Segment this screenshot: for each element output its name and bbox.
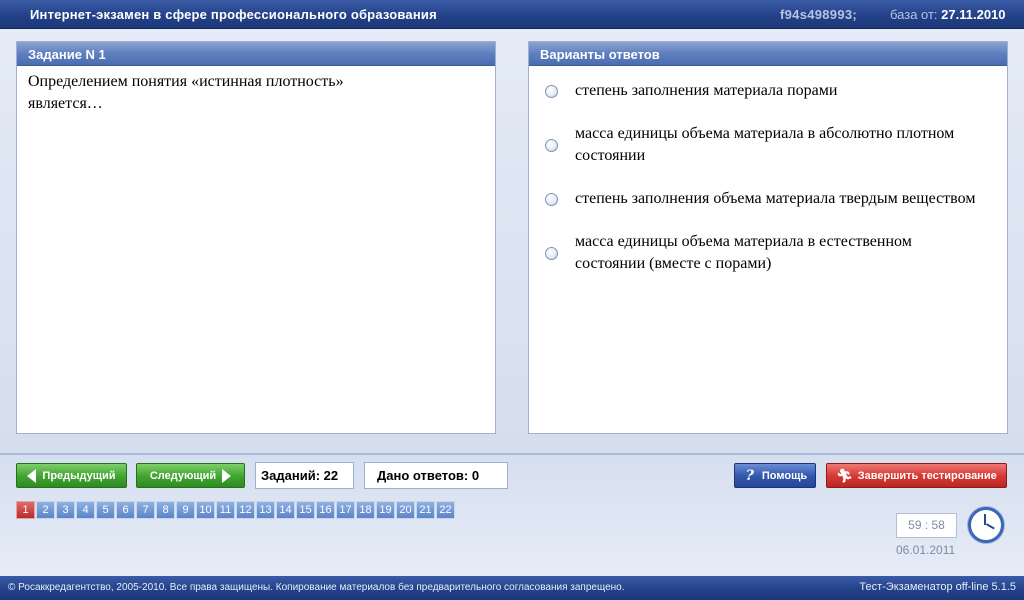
arrow-left-icon xyxy=(27,468,37,483)
question-text-line-1: Определением понятия «истинная плотность… xyxy=(28,73,344,90)
next-button[interactable]: Следующий xyxy=(136,463,245,488)
base-label: база от: xyxy=(890,7,938,22)
help-button-label: Помощь xyxy=(761,469,808,482)
version-text: Тест-Экзаменатор off-line 5.1.5 xyxy=(859,581,1016,593)
clock-icon xyxy=(968,507,1004,543)
help-button[interactable]: ? Помощь xyxy=(734,463,816,488)
tasks-count: Заданий: 22 xyxy=(255,462,354,489)
previous-button-label: Предыдущий xyxy=(42,469,116,482)
question-number-button[interactable]: 20 xyxy=(396,501,415,519)
answer-option-2[interactable]: масса единицы объема материала в абсолют… xyxy=(529,123,1007,167)
question-number-button[interactable]: 21 xyxy=(416,501,435,519)
current-date: 06.01.2011 xyxy=(896,543,956,557)
answer-option-text: степень заполнения материала порами xyxy=(575,82,838,99)
answer-list: степень заполнения материала порами масс… xyxy=(529,66,1007,275)
previous-button[interactable]: Предыдущий xyxy=(16,463,127,488)
radio-icon[interactable] xyxy=(545,193,558,206)
answers-panel-title: Варианты ответов xyxy=(529,42,1007,66)
session-id: f94s498993; xyxy=(780,7,858,22)
finish-test-button-label: Завершить тестирование xyxy=(857,469,997,482)
question-number-button[interactable]: 11 xyxy=(216,501,235,519)
question-navigator: 1 2 3 4 5 6 7 8 9 10 11 12 13 14 15 16 17 18 19 20 21 22 xyxy=(16,501,456,519)
clock-minute-hand xyxy=(986,523,995,530)
answer-option-text: масса единицы объема материала в естеств… xyxy=(575,233,912,272)
question-number-button[interactable]: 7 xyxy=(136,501,155,519)
finish-test-button[interactable]: 🏃︎ Завершить тестирование xyxy=(826,463,1007,488)
answer-option-4[interactable]: масса единицы объема материала в естеств… xyxy=(529,231,1007,275)
question-number-button[interactable]: 17 xyxy=(336,501,355,519)
footer: © Росаккредагентство, 2005-2010. Все пра… xyxy=(0,576,1024,600)
running-man-icon: 🏃︎ xyxy=(836,467,853,483)
radio-icon[interactable] xyxy=(545,247,558,260)
timer-display: 59 : 58 xyxy=(896,513,957,538)
question-number-button[interactable]: 8 xyxy=(156,501,175,519)
question-text-line-2: является… xyxy=(28,95,103,112)
question-number-button[interactable]: 4 xyxy=(76,501,95,519)
question-number-button[interactable]: 13 xyxy=(256,501,275,519)
radio-icon[interactable] xyxy=(545,85,558,98)
answer-option-text: степень заполнения объема материала твер… xyxy=(575,190,976,207)
answers-given-count: Дано ответов: 0 xyxy=(364,462,508,489)
question-number-button[interactable]: 16 xyxy=(316,501,335,519)
base-date-info: база от: 27.11.2010 xyxy=(890,7,1006,22)
help-icon: ? xyxy=(745,467,754,484)
bottom-toolbar: Предыдущий Следующий Заданий: 22 Дано от… xyxy=(0,455,1024,576)
question-number-button[interactable]: 19 xyxy=(376,501,395,519)
next-button-label: Следующий xyxy=(149,469,217,482)
answers-panel: Варианты ответов степень заполнения мате… xyxy=(528,41,1008,434)
question-number-button[interactable]: 10 xyxy=(196,501,215,519)
title-bar: Интернет-экзамен в сфере профессионально… xyxy=(0,0,1024,29)
answer-option-3[interactable]: степень заполнения объема материала твер… xyxy=(529,188,1007,210)
question-number-button[interactable]: 3 xyxy=(56,501,75,519)
question-number-button[interactable]: 14 xyxy=(276,501,295,519)
question-number-button[interactable]: 1 xyxy=(16,501,35,519)
question-number-button[interactable]: 9 xyxy=(176,501,195,519)
app-title: Интернет-экзамен в сфере профессионально… xyxy=(30,7,437,22)
question-number-button[interactable]: 18 xyxy=(356,501,375,519)
copyright-text: © Росаккредагентство, 2005-2010. Все пра… xyxy=(8,582,625,593)
question-number-button[interactable]: 22 xyxy=(436,501,455,519)
question-panel-title: Задание N 1 xyxy=(17,42,495,66)
question-number-button[interactable]: 15 xyxy=(296,501,315,519)
question-number-button[interactable]: 5 xyxy=(96,501,115,519)
answer-option-1[interactable]: степень заполнения материала порами xyxy=(529,80,1007,102)
base-date: 27.11.2010 xyxy=(941,7,1006,22)
question-panel: Задание N 1 Определением понятия «истинн… xyxy=(16,41,496,434)
question-number-button[interactable]: 2 xyxy=(36,501,55,519)
radio-icon[interactable] xyxy=(545,139,558,152)
question-text: Определением понятия «истинная плотность… xyxy=(17,66,495,115)
main-area: Задание N 1 Определением понятия «истинн… xyxy=(0,29,1024,453)
answer-option-text: масса единицы объема материала в абсолют… xyxy=(575,125,955,164)
question-number-button[interactable]: 6 xyxy=(116,501,135,519)
question-number-button[interactable]: 12 xyxy=(236,501,255,519)
arrow-right-icon xyxy=(222,468,232,483)
